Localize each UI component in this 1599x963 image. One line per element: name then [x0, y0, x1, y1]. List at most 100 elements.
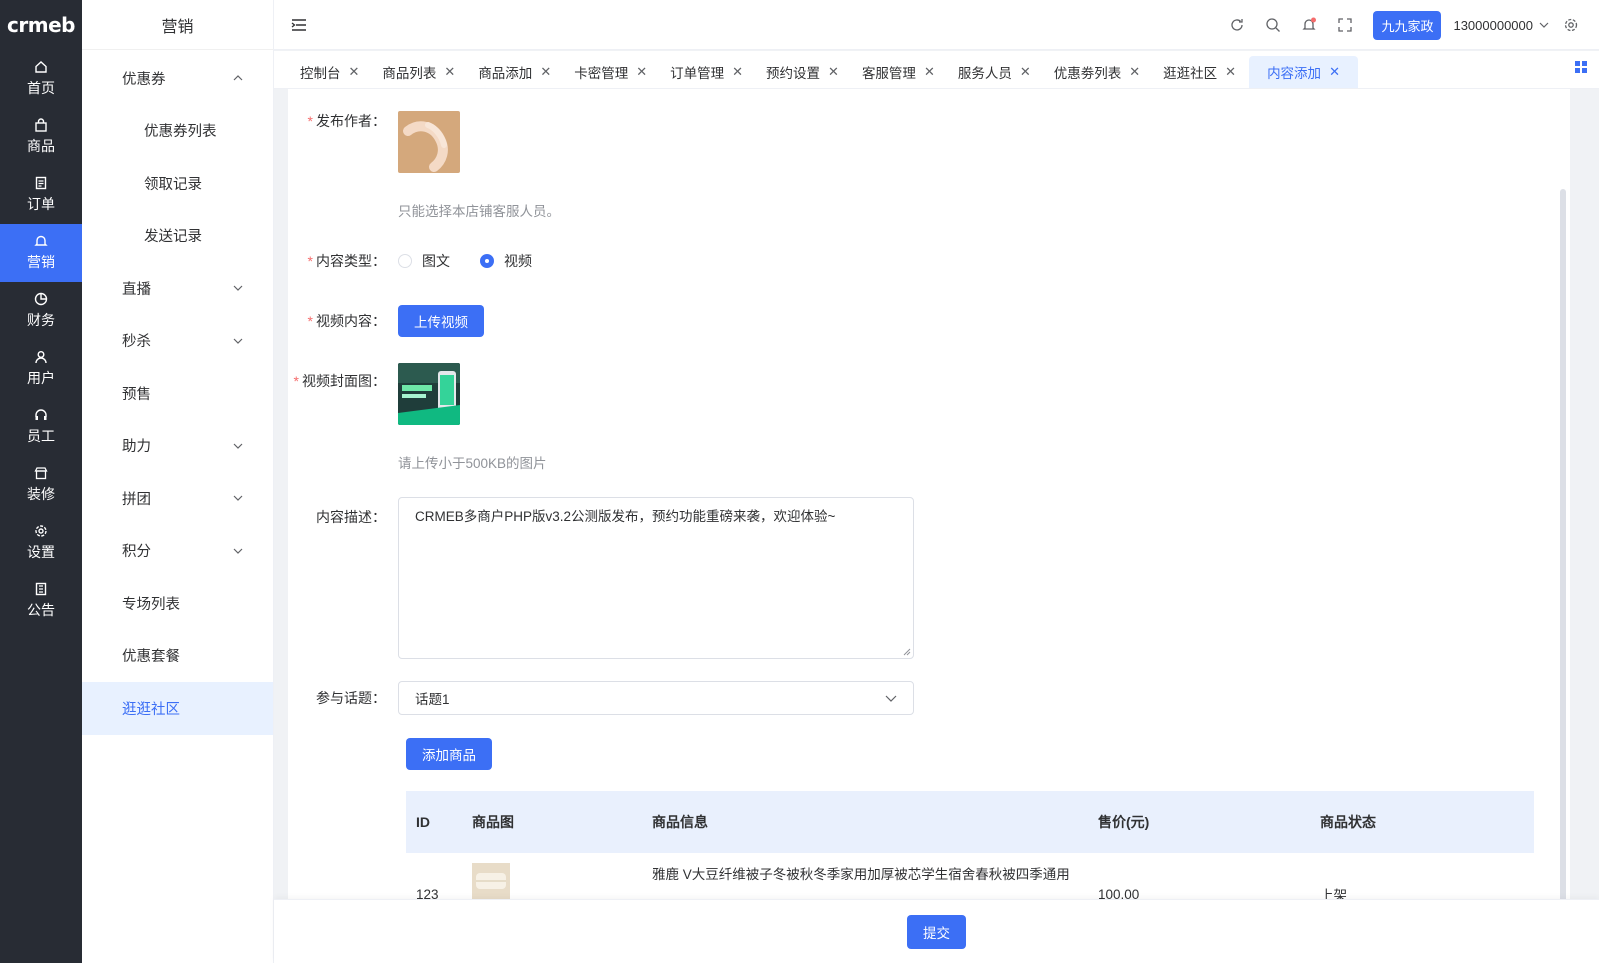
- product-table: ID 商品图 商品信息 售价(元) 商品状态 123 雅鹿 V大豆纤维被子冬被秋…: [406, 791, 1534, 899]
- product-thumbnail[interactable]: [472, 862, 510, 900]
- tab-product-list[interactable]: 商品列表 ✕: [372, 56, 465, 88]
- topic-row: 参与话题： 话题1: [288, 681, 914, 715]
- submenu-send-records[interactable]: 发送记录: [82, 210, 273, 263]
- resize-handle-icon[interactable]: [903, 648, 911, 656]
- tab-order-manage[interactable]: 订单管理 ✕: [660, 56, 753, 88]
- submenu-presale[interactable]: 预售: [82, 367, 273, 420]
- close-icon[interactable]: ✕: [1020, 64, 1031, 80]
- type-radio-video[interactable]: 视频: [480, 251, 532, 271]
- account-dropdown[interactable]: 13000000000: [1453, 18, 1549, 33]
- tab-bar: 控制台 ✕ 商品列表 ✕ 商品添加 ✕ 卡密管理 ✕ 订单管理 ✕ 预约设置 ✕ 客服管理 ✕…: [274, 51, 1599, 89]
- tab-label: 服务人员: [957, 66, 1012, 81]
- radio-dot-checked: [480, 254, 494, 268]
- rail-label: 营销: [27, 254, 55, 270]
- submenu-label: 专场列表: [122, 596, 180, 613]
- store-badge[interactable]: 九九家政: [1373, 10, 1442, 40]
- close-icon[interactable]: ✕: [1329, 64, 1340, 80]
- close-icon[interactable]: ✕: [1129, 64, 1140, 80]
- close-icon[interactable]: ✕: [732, 64, 743, 80]
- submenu-label: 逛逛社区: [122, 701, 180, 718]
- order-icon: [35, 176, 47, 190]
- th-id: ID: [416, 814, 430, 830]
- account-phone: 13000000000: [1453, 17, 1533, 33]
- close-icon[interactable]: ✕: [1225, 64, 1236, 80]
- rail-item-decorate[interactable]: 装修: [0, 456, 82, 514]
- grid-menu-icon[interactable]: [1575, 61, 1587, 73]
- cell-id: 123: [416, 886, 439, 900]
- rail-item-home[interactable]: 首页: [0, 50, 82, 108]
- tab-label: 商品列表: [382, 66, 437, 81]
- notification-bell-icon[interactable]: [1301, 17, 1317, 33]
- tab-card-manage[interactable]: 卡密管理 ✕: [564, 56, 657, 88]
- search-icon[interactable]: [1265, 17, 1281, 33]
- submenu-claim-records[interactable]: 领取记录: [82, 157, 273, 210]
- home-icon: [35, 61, 47, 73]
- tab-coupon-list[interactable]: 优惠劵列表 ✕: [1044, 56, 1150, 88]
- chevron-up-icon: [233, 75, 243, 81]
- submenu-assist[interactable]: 助力: [82, 420, 273, 473]
- rail-item-notice[interactable]: 公告: [0, 572, 82, 630]
- close-icon[interactable]: ✕: [828, 64, 839, 80]
- tab-booking-settings[interactable]: 预约设置 ✕: [756, 56, 849, 88]
- close-icon[interactable]: ✕: [444, 64, 455, 80]
- submenu-seckill[interactable]: 秒杀: [82, 315, 273, 368]
- tab-dashboard[interactable]: 控制台 ✕: [290, 56, 369, 88]
- gear-icon: [35, 525, 47, 537]
- add-product-button[interactable]: 添加商品: [406, 738, 492, 770]
- content-scrollbar[interactable]: [1560, 189, 1566, 899]
- submenu-label: 优惠套餐: [122, 649, 180, 666]
- tab-label: 预约设置: [766, 66, 821, 81]
- topic-select[interactable]: 话题1: [398, 681, 914, 715]
- description-textarea[interactable]: CRMEB多商户PHP版v3.2公测版发布，预约功能重磅来袭，欢迎体验~: [398, 497, 914, 659]
- author-label-text: 发布作者：: [316, 113, 386, 129]
- menu-collapse-icon[interactable]: [290, 16, 308, 34]
- tab-product-add[interactable]: 商品添加 ✕: [468, 56, 561, 88]
- radio-dot: [398, 254, 412, 268]
- tab-service-manage[interactable]: 客服管理 ✕: [852, 56, 945, 88]
- rail-item-product[interactable]: 商品: [0, 108, 82, 166]
- fullscreen-icon[interactable]: [1337, 17, 1353, 33]
- submenu-group-buy[interactable]: 拼团: [82, 472, 273, 525]
- required-mark: *: [307, 313, 313, 329]
- rail-item-user[interactable]: 用户: [0, 340, 82, 398]
- rail-item-order[interactable]: 订单: [0, 166, 82, 224]
- close-icon[interactable]: ✕: [349, 64, 360, 80]
- tab-community[interactable]: 逛逛社区 ✕: [1153, 56, 1246, 88]
- author-avatar[interactable]: [398, 111, 460, 173]
- refresh-icon[interactable]: [1229, 17, 1245, 33]
- submenu-label: 预售: [122, 386, 151, 403]
- tab-service-staff[interactable]: 服务人员 ✕: [948, 56, 1041, 88]
- rail-item-finance[interactable]: 财务: [0, 282, 82, 340]
- headset-icon: [35, 409, 47, 420]
- submenu-coupon-list[interactable]: 优惠券列表: [82, 105, 273, 158]
- submit-button[interactable]: 提交: [907, 914, 966, 949]
- submenu-community[interactable]: 逛逛社区: [82, 682, 273, 735]
- radio-label: 视频: [504, 253, 532, 269]
- chevron-down-icon: [233, 495, 243, 502]
- rail-item-staff[interactable]: 员工: [0, 398, 82, 456]
- upload-video-button[interactable]: 上传视频: [398, 305, 484, 337]
- tab-label: 客服管理: [861, 66, 916, 81]
- chevron-down-icon: [233, 443, 243, 449]
- cell-status: 上架: [1320, 888, 1347, 899]
- close-icon[interactable]: ✕: [924, 64, 935, 80]
- tab-content-add[interactable]: 内容添加 ✕: [1249, 56, 1358, 88]
- settings-gear-icon[interactable]: [1563, 17, 1579, 33]
- submenu-points[interactable]: 积分: [82, 525, 273, 578]
- submenu-label: 秒杀: [122, 334, 151, 351]
- required-mark: *: [307, 253, 313, 269]
- submenu-live[interactable]: 直播: [82, 262, 273, 315]
- close-icon[interactable]: ✕: [636, 64, 647, 80]
- th-info: 商品信息: [652, 814, 708, 830]
- rail-item-marketing[interactable]: 营销: [0, 224, 82, 282]
- type-radio-graphic[interactable]: 图文: [398, 251, 450, 271]
- user-icon: [35, 351, 47, 364]
- video-cover-image[interactable]: [398, 363, 460, 425]
- submenu-coupon[interactable]: 优惠券: [82, 52, 273, 105]
- notice-icon: [35, 582, 47, 596]
- rail-item-settings[interactable]: 设置: [0, 514, 82, 572]
- submenu-special-list[interactable]: 专场列表: [82, 577, 273, 630]
- close-icon[interactable]: ✕: [540, 64, 551, 80]
- submenu-combo[interactable]: 优惠套餐: [82, 630, 273, 683]
- topic-value: 话题1: [415, 692, 450, 707]
